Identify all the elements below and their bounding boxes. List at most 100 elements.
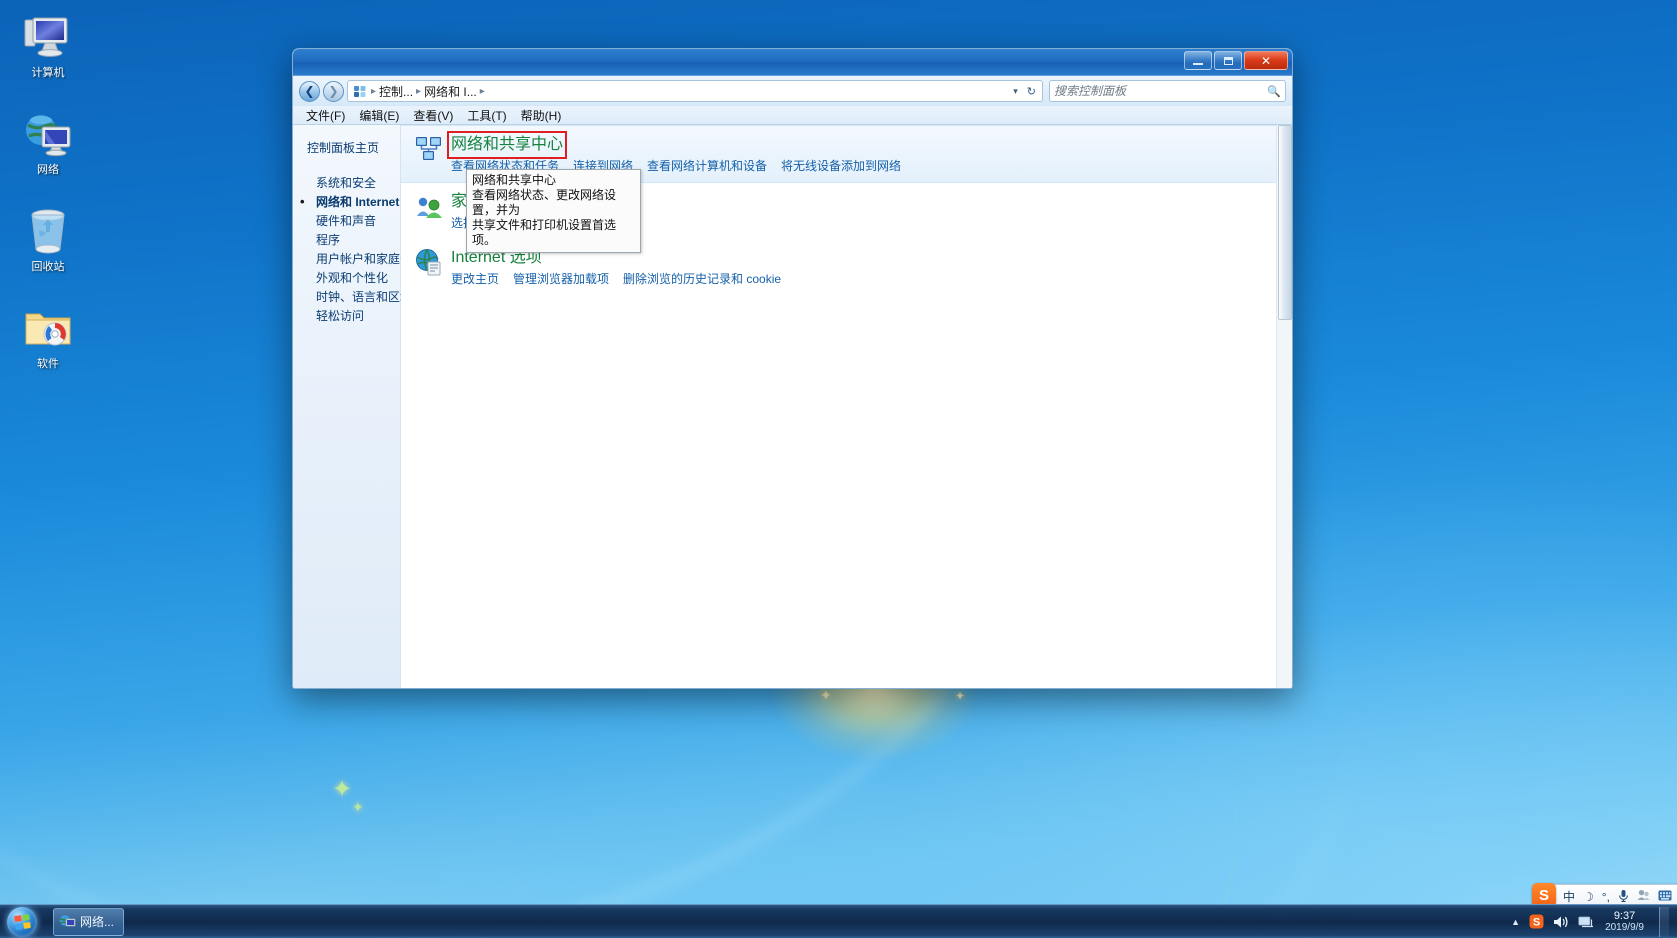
link-manage-browser-addons[interactable]: 管理浏览器加载项 xyxy=(513,271,609,287)
sparkle-icon: ✦ xyxy=(955,689,966,703)
breadcrumb-network-internet[interactable]: 网络和 I... xyxy=(422,83,479,100)
tooltip: 网络和共享中心 查看网络状态、更改网络设置，并为 共享文件和打印机设置首选项。 xyxy=(466,169,641,253)
desktop-icon-label: 计算机 xyxy=(31,67,65,79)
svg-text:S: S xyxy=(1533,917,1540,929)
ime-punctuation-icon[interactable]: °, xyxy=(1598,890,1614,904)
desktop-icon-network[interactable]: 网络 xyxy=(6,107,90,177)
show-desktop-button[interactable] xyxy=(1659,906,1669,937)
search-icon[interactable]: 🔍 xyxy=(1267,85,1281,98)
network-icon xyxy=(6,107,90,161)
tray-sogou-icon[interactable]: S xyxy=(1529,914,1544,929)
link-add-wireless-device[interactable]: 将无线设备添加到网络 xyxy=(781,158,901,174)
software-folder-icon xyxy=(6,301,90,355)
tooltip-line-2: 共享文件和打印机设置首选项。 xyxy=(472,218,617,247)
refresh-icon[interactable]: ↻ xyxy=(1023,85,1040,98)
search-input[interactable] xyxy=(1054,84,1268,98)
menu-tools[interactable]: 工具(T) xyxy=(460,106,513,125)
forward-button[interactable]: ❯ xyxy=(323,80,344,102)
clock-time: 9:37 xyxy=(1613,909,1636,922)
tooltip-title: 网络和共享中心 xyxy=(472,173,557,187)
sidebar-item-appearance[interactable]: 外观和个性化 xyxy=(307,269,400,288)
sidebar: 控制面板主页 系统和安全 网络和 Internet 硬件和声音 程序 用户帐户和… xyxy=(293,125,424,688)
minimize-button[interactable] xyxy=(1184,51,1212,70)
desktop-icon-recycle-bin[interactable]: 回收站 xyxy=(6,204,90,274)
ime-microphone-icon[interactable] xyxy=(1614,889,1633,905)
category-title-link[interactable]: 网络和共享中心 xyxy=(446,131,568,159)
menu-bar: 文件(F) 编辑(E) 查看(V) 工具(T) 帮助(H) xyxy=(293,106,1292,125)
sidebar-item-control-panel-home[interactable]: 控制面板主页 xyxy=(307,139,400,156)
menu-help[interactable]: 帮助(H) xyxy=(514,106,569,125)
control-panel-window[interactable]: ✕ ❮ ❯ ▸ 控制... ▸ 网络和 I... ▸ ▾ ↻ 搜索控制面板 🔍 … xyxy=(292,48,1293,689)
tray-network-icon[interactable] xyxy=(1578,915,1594,929)
sidebar-item-ease-of-access[interactable]: 轻松访问 xyxy=(307,307,400,326)
menu-edit[interactable]: 编辑(E) xyxy=(352,106,406,125)
vertical-scrollbar[interactable] xyxy=(1276,125,1292,688)
ime-user-icon[interactable] xyxy=(1633,889,1654,904)
recycle-bin-icon xyxy=(6,204,90,258)
leaf-sparkle-icon: ✦ xyxy=(352,799,364,815)
content-area: 网络和共享中心 查看网络状态和任务 连接到网络 查看网络计算机和设备 将无线设备… xyxy=(401,125,1292,688)
close-icon: ✕ xyxy=(1260,53,1272,68)
clock-date: 2019/9/9 xyxy=(1605,921,1644,933)
minimize-icon xyxy=(1193,62,1203,65)
tooltip-line-1: 查看网络状态、更改网络设置，并为 xyxy=(472,188,617,217)
navigation-bar: ❮ ❯ ▸ 控制... ▸ 网络和 I... ▸ ▾ ↻ 🔍 xyxy=(293,76,1292,106)
desktop-icon-label: 网络 xyxy=(37,164,59,176)
network-icon xyxy=(59,915,76,927)
link-delete-browsing-history[interactable]: 删除浏览的历史记录和 cookie xyxy=(623,271,781,287)
start-button[interactable] xyxy=(1,906,43,938)
sparkle-icon: ✦ xyxy=(820,687,832,703)
maximize-icon xyxy=(1223,56,1233,65)
control-panel-icon xyxy=(352,84,368,99)
network-sharing-icon xyxy=(415,135,443,163)
window-body: 控制面板主页 系统和安全 网络和 Internet 硬件和声音 程序 用户帐户和… xyxy=(293,125,1292,688)
computer-icon xyxy=(6,10,90,64)
address-bar[interactable]: ▸ 控制... ▸ 网络和 I... ▸ ▾ ↻ xyxy=(347,80,1043,102)
breadcrumb-control-panel[interactable]: 控制... xyxy=(377,83,415,100)
scrollbar-thumb[interactable] xyxy=(1278,125,1292,320)
status-bar xyxy=(293,688,1292,689)
sidebar-item-user-accounts[interactable]: 用户帐户和家庭安全 xyxy=(307,250,424,269)
ime-keyboard-icon[interactable] xyxy=(1654,890,1676,904)
sidebar-item-clock-language-region[interactable]: 时钟、语言和区域 xyxy=(307,288,412,307)
category-links: 更改主页 管理浏览器加载项 删除浏览的历史记录和 cookie xyxy=(451,271,1282,287)
taskbar-button-label: 网络... xyxy=(80,915,115,929)
sidebar-item-programs[interactable]: 程序 xyxy=(307,231,400,250)
desktop-icon-label: 软件 xyxy=(37,358,59,370)
window-titlebar[interactable]: ✕ xyxy=(293,49,1292,76)
maximize-button[interactable] xyxy=(1214,51,1242,70)
taskbar-clock[interactable]: 9:37 2019/9/9 xyxy=(1603,910,1646,934)
tray-volume-icon[interactable] xyxy=(1553,915,1569,929)
homegroup-icon xyxy=(415,192,443,220)
back-button[interactable]: ❮ xyxy=(299,80,320,102)
windows-flag-glyph xyxy=(13,913,31,930)
desktop-icon-software[interactable]: 软件 xyxy=(6,301,90,371)
sidebar-item-system-security[interactable]: 系统和安全 xyxy=(307,174,400,193)
breadcrumb-separator: ▸ xyxy=(371,85,377,97)
desktop-icon-label: 回收站 xyxy=(31,261,65,273)
taskbar-button-network[interactable]: 网络... xyxy=(53,907,125,936)
taskbar[interactable]: 网络... ▲ S 9:37 2019/9/9 xyxy=(0,904,1677,938)
leaf-sparkle-icon: ✦ xyxy=(332,776,353,803)
system-tray: ▲ S 9:37 2019/9/9 xyxy=(1511,906,1677,937)
ime-mode-chinese[interactable]: 中 xyxy=(1559,888,1579,905)
chevron-down-icon[interactable]: ▾ xyxy=(1008,86,1023,97)
windows-logo-icon xyxy=(7,906,37,937)
search-box[interactable]: 🔍 xyxy=(1049,80,1286,102)
sidebar-item-hardware-sound[interactable]: 硬件和声音 xyxy=(307,212,400,231)
link-view-network-computers[interactable]: 查看网络计算机和设备 xyxy=(647,158,767,174)
ime-moon-icon[interactable]: ☽ xyxy=(1579,890,1598,904)
link-change-homepage[interactable]: 更改主页 xyxy=(451,271,499,287)
show-hidden-icons-button[interactable]: ▲ xyxy=(1511,917,1520,927)
internet-options-icon xyxy=(415,248,443,276)
sidebar-item-network-internet[interactable]: 网络和 Internet xyxy=(300,192,400,212)
menu-view[interactable]: 查看(V) xyxy=(406,106,460,125)
breadcrumb-separator: ▸ xyxy=(416,85,422,97)
close-button[interactable]: ✕ xyxy=(1244,51,1288,70)
desktop-icon-list: 计算机 网络 回收站 软件 xyxy=(6,10,90,398)
window-controls: ✕ xyxy=(1184,51,1288,70)
category-text-block: Internet 选项 更改主页 管理浏览器加载项 删除浏览的历史记录和 coo… xyxy=(451,248,1282,287)
breadcrumb-separator: ▸ xyxy=(479,85,485,97)
menu-file[interactable]: 文件(F) xyxy=(299,106,352,125)
desktop-icon-computer[interactable]: 计算机 xyxy=(6,10,90,80)
